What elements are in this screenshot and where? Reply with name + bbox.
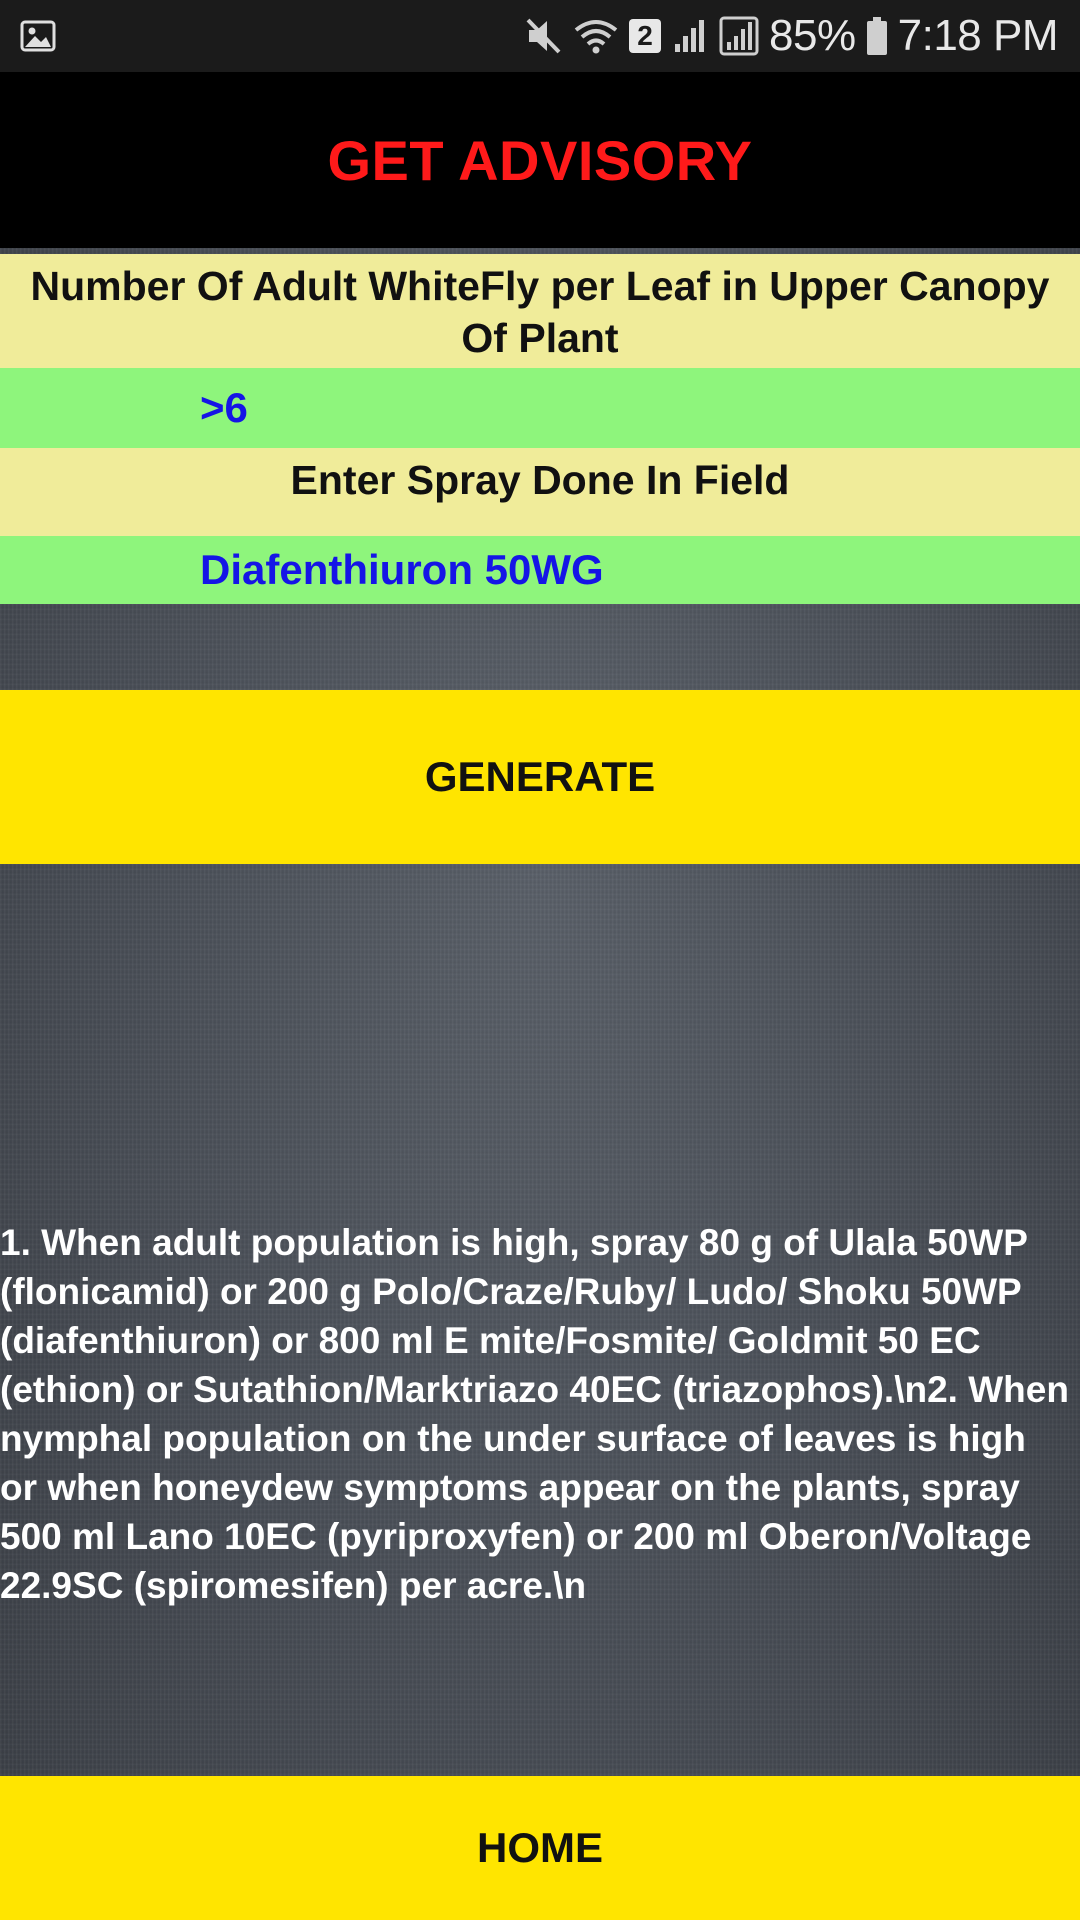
status-bar: 2 85% 7:18 PM (0, 0, 1080, 72)
clock: 7:18 PM (897, 11, 1059, 60)
battery-icon (866, 17, 887, 55)
spray-done-label: Enter Spray Done In Field (0, 448, 1080, 536)
advisory-result-text: 1. When adult population is high, spray … (0, 1222, 1069, 1606)
signal-roaming-icon (675, 20, 705, 52)
status-icons: 2 85% 7:18 PM (525, 0, 1059, 72)
page-title: GET ADVISORY (327, 128, 753, 192)
whitefly-count-selector[interactable]: >6 (0, 368, 1080, 448)
notification-count-badge: 2 (629, 19, 662, 53)
wifi-icon (574, 20, 618, 54)
title-bar: GET ADVISORY (0, 72, 1080, 248)
generate-button[interactable]: GENERATE (0, 690, 1080, 864)
spray-selector[interactable]: Diafenthiuron 50WG (0, 536, 1080, 604)
generate-button-label: GENERATE (424, 753, 656, 800)
signal-icon (719, 16, 759, 56)
whitefly-count-value: >6 (200, 384, 248, 431)
mute-icon (526, 18, 561, 54)
home-button[interactable]: HOME (0, 1776, 1080, 1920)
battery-percent: 85% (769, 11, 856, 60)
gallery-icon (20, 20, 56, 52)
spray-value: Diafenthiuron 50WG (200, 546, 604, 593)
whitefly-count-label: Number Of Adult WhiteFly per Leaf in Upp… (0, 254, 1080, 368)
home-button-label: HOME (477, 1824, 603, 1871)
